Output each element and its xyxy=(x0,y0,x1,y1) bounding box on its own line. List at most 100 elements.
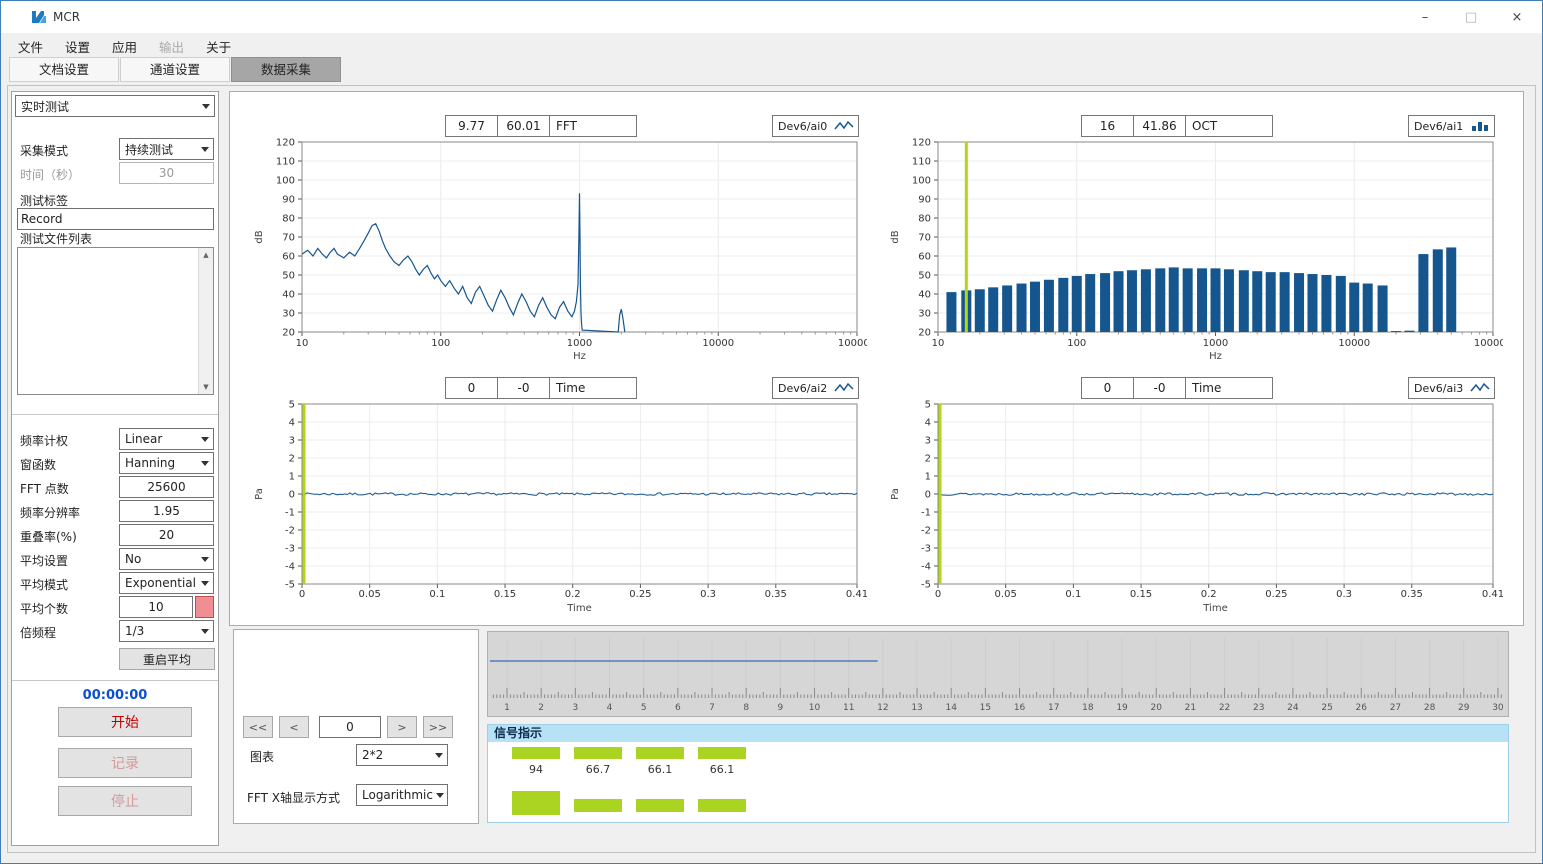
param-value-octave: 1/3 xyxy=(125,624,144,638)
svg-text:0.35: 0.35 xyxy=(1401,589,1423,600)
cursor-x-value-dev6-ai1[interactable]: 16 xyxy=(1081,115,1134,137)
param-input-overlap-rate[interactable] xyxy=(119,524,214,546)
menu-item-application[interactable]: 应用 xyxy=(101,33,148,60)
svg-text:100000: 100000 xyxy=(838,338,867,349)
svg-text:80: 80 xyxy=(918,214,931,225)
test-mode-select[interactable]: 实时测试 xyxy=(15,95,215,117)
nav-last-button[interactable]: >> xyxy=(423,716,453,738)
param-select-octave[interactable]: 1/3 xyxy=(119,620,214,642)
menu-item-settings[interactable]: 设置 xyxy=(54,33,101,60)
svg-text:10: 10 xyxy=(809,703,821,713)
param-select-frequency-weighting[interactable]: Linear xyxy=(119,428,214,450)
svg-text:Pa: Pa xyxy=(254,488,265,500)
line-chart-icon xyxy=(833,119,855,133)
chart-type-box-dev6-ai3[interactable]: Time xyxy=(1185,377,1273,399)
start-button[interactable]: 开始 xyxy=(58,707,192,737)
channel-box-dev6-ai0[interactable]: Dev6/ai0 xyxy=(772,115,859,137)
fft-xaxis-value: Logarithmic xyxy=(362,788,433,802)
acq-mode-label: 采集模式 xyxy=(20,143,68,159)
svg-text:0.35: 0.35 xyxy=(765,589,787,600)
param-label-fft-points: FFT 点数 xyxy=(20,480,69,497)
svg-text:3: 3 xyxy=(289,436,295,447)
cursor-x-value-dev6-ai2[interactable]: 0 xyxy=(445,377,498,399)
svg-text:0: 0 xyxy=(935,589,941,600)
svg-text:30: 30 xyxy=(1492,703,1504,713)
svg-text:3: 3 xyxy=(572,703,578,713)
acq-mode-select[interactable]: 持续测试 xyxy=(119,138,214,160)
chart-type-box-dev6-ai2[interactable]: Time xyxy=(549,377,637,399)
nav-next-button[interactable]: > xyxy=(387,716,417,738)
cursor-y-value-dev6-ai3[interactable]: -0 xyxy=(1133,377,1186,399)
chart-type-box-dev6-ai1[interactable]: OCT xyxy=(1185,115,1273,137)
svg-text:40: 40 xyxy=(282,290,295,301)
record-timeline[interactable]: 1234567891011121314151617181920212223242… xyxy=(487,631,1509,717)
svg-text:0.1: 0.1 xyxy=(429,589,445,600)
fft-xaxis-select[interactable]: Logarithmic xyxy=(356,784,448,806)
svg-text:20: 20 xyxy=(282,328,295,339)
svg-text:0.15: 0.15 xyxy=(494,589,516,600)
svg-text:7: 7 xyxy=(709,703,715,713)
meter-top-bar-1 xyxy=(512,747,560,759)
plot-time-dev6-ai3[interactable]: -5-4-3-2-101234500.050.10.150.20.250.30.… xyxy=(878,399,1503,627)
cursor-y-value-dev6-ai0[interactable]: 60.01 xyxy=(497,115,550,137)
channel-box-dev6-ai3[interactable]: Dev6/ai3 xyxy=(1408,377,1495,399)
svg-text:70: 70 xyxy=(918,233,931,244)
param-select-window-function[interactable]: Hanning xyxy=(119,452,214,474)
channel-box-dev6-ai1[interactable]: Dev6/ai1 xyxy=(1408,115,1495,137)
channel-box-dev6-ai2[interactable]: Dev6/ai2 xyxy=(772,377,859,399)
param-row-window-function: 窗函数 Hanning xyxy=(12,452,218,476)
tab-data-acquisition[interactable]: 数据采集 xyxy=(231,57,341,82)
chevron-down-icon xyxy=(197,549,213,569)
cursor-x-value-dev6-ai0[interactable]: 9.77 xyxy=(445,115,498,137)
svg-text:-5: -5 xyxy=(285,580,295,591)
param-input-average-count[interactable] xyxy=(119,596,193,618)
scroll-down-icon[interactable]: ▼ xyxy=(199,380,213,394)
svg-text:50: 50 xyxy=(282,271,295,282)
cursor-x-value-dev6-ai3[interactable]: 0 xyxy=(1081,377,1134,399)
tab-channel-settings[interactable]: 通道设置 xyxy=(120,57,230,82)
param-select-average-setting[interactable]: No xyxy=(119,548,214,570)
tab-document-settings[interactable]: 文档设置 xyxy=(9,57,119,82)
param-input-fft-points[interactable] xyxy=(119,476,214,498)
plot-time-dev6-ai2[interactable]: -5-4-3-2-101234500.050.10.150.20.250.30.… xyxy=(242,399,867,627)
meter-value-1: 94 xyxy=(512,763,560,776)
plot-fft-dev6-ai0[interactable]: 2030405060708090100110120101001000100001… xyxy=(242,137,867,365)
param-select-average-mode[interactable]: Exponential xyxy=(119,572,214,594)
svg-text:20: 20 xyxy=(1151,703,1163,713)
cursor-y-value-dev6-ai2[interactable]: -0 xyxy=(497,377,550,399)
menu-item-file[interactable]: 文件 xyxy=(7,33,54,60)
test-file-list[interactable]: ▲ ▼ xyxy=(17,247,214,395)
scrollbar[interactable]: ▲ ▼ xyxy=(198,248,213,394)
svg-text:0.25: 0.25 xyxy=(629,589,651,600)
svg-text:0.05: 0.05 xyxy=(359,589,381,600)
menu-item-about[interactable]: 关于 xyxy=(195,33,242,60)
nav-index-input[interactable] xyxy=(319,716,381,738)
param-label-window-function: 窗函数 xyxy=(20,456,56,473)
meter-value-4: 66.1 xyxy=(698,763,746,776)
svg-text:26: 26 xyxy=(1356,703,1368,713)
cursor-y-value-dev6-ai1[interactable]: 41.86 xyxy=(1133,115,1186,137)
chevron-down-icon xyxy=(197,573,213,593)
nav-prev-button[interactable]: < xyxy=(279,716,309,738)
window-maximize-button[interactable]: □ xyxy=(1448,1,1494,33)
param-input-frequency-resolution[interactable] xyxy=(119,500,214,522)
window-minimize-button[interactable]: – xyxy=(1402,1,1448,33)
chart-layout-select[interactable]: 2*2 xyxy=(356,744,448,766)
nav-first-button[interactable]: << xyxy=(243,716,273,738)
chevron-down-icon xyxy=(197,453,213,473)
timeline-ruler[interactable]: 1234567891011121314151617181920212223242… xyxy=(488,632,1508,716)
param-row-average-mode: 平均模式Exponential xyxy=(12,572,218,596)
svg-text:-3: -3 xyxy=(285,544,295,555)
plot-oct-dev6-ai1[interactable]: 2030405060708090100110120101001000100001… xyxy=(878,137,1503,365)
svg-text:110: 110 xyxy=(276,157,295,168)
scroll-up-icon[interactable]: ▲ xyxy=(199,248,213,262)
param-label-frequency-weighting: 频率计权 xyxy=(20,432,68,449)
test-label-input[interactable] xyxy=(17,208,214,230)
restart-average-button[interactable]: 重启平均 xyxy=(119,648,215,670)
chart-quadrant-dev6-ai2: 0-0TimeDev6/ai2-5-4-3-2-101234500.050.10… xyxy=(232,369,868,627)
divider xyxy=(12,414,218,415)
chart-type-box-dev6-ai0[interactable]: FFT xyxy=(549,115,637,137)
window-close-button[interactable]: × xyxy=(1494,1,1540,33)
param-row-frequency-weighting: 频率计权 Linear xyxy=(12,428,218,452)
svg-text:10000: 10000 xyxy=(702,338,734,349)
